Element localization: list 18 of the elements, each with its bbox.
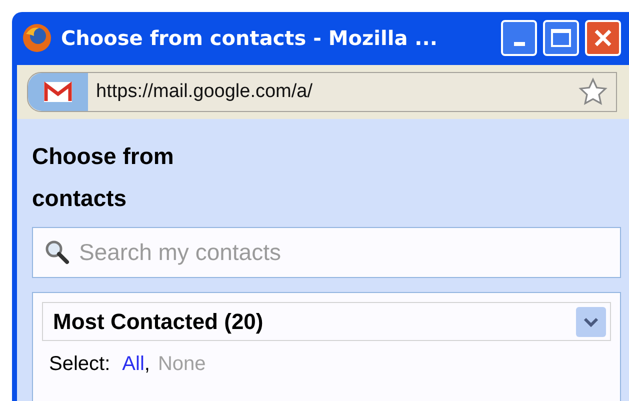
search-icon	[44, 239, 70, 265]
group-dropdown[interactable]: Most Contacted (20)	[42, 302, 611, 341]
select-link[interactable]: All	[122, 349, 144, 379]
chevron-down-icon	[576, 306, 606, 336]
minimize-button[interactable]	[501, 20, 538, 56]
mail-envelope-icon	[43, 80, 73, 103]
select-label: Select:	[49, 352, 110, 377]
address-bar[interactable]: https://mail.google.com/a/	[27, 72, 617, 112]
close-button[interactable]	[585, 20, 622, 56]
maximize-button[interactable]	[543, 20, 580, 56]
star-icon[interactable]	[578, 76, 608, 107]
window-title: Choose from contacts - Mozilla ...	[61, 25, 438, 52]
url-text: https://mail.google.com/a/	[96, 80, 314, 104]
close-icon	[593, 28, 614, 48]
separator-text: ,	[144, 352, 150, 377]
dialog-heading: Choose from contacts	[32, 142, 175, 213]
search-field[interactable]: Search my contacts	[32, 227, 621, 278]
firefox-logo-icon	[21, 22, 53, 54]
